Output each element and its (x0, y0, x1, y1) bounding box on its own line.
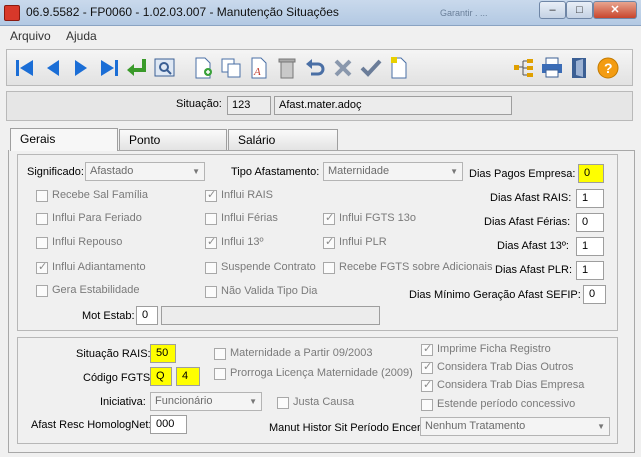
iniciativa-label: Iniciativa: (100, 396, 146, 408)
dias-afast-rais-label: Dias Afast RAIS: (490, 192, 572, 204)
manut-histor-value: Nenhum Tratamento (425, 420, 526, 432)
copy-icon[interactable] (219, 56, 243, 80)
title-bar: 06.9.5582 - FP0060 - 1.02.03.007 - Manut… (0, 0, 641, 26)
dias-afast-plr-field[interactable]: 1 (576, 261, 604, 280)
tipo-afastamento-select[interactable]: Maternidade ▼ (323, 162, 463, 181)
menu-bar: Arquivo Ajuda (0, 27, 641, 45)
title-ghost-text: Garantir . ... (440, 8, 488, 18)
window-title: 06.9.5582 - FP0060 - 1.02.03.007 - Manut… (26, 5, 339, 19)
last-icon[interactable] (97, 56, 121, 80)
print-icon[interactable] (540, 56, 564, 80)
new-document-icon[interactable] (387, 56, 411, 80)
svg-text:?: ? (604, 60, 613, 76)
toolbar: A ? (6, 49, 633, 86)
goto-icon[interactable] (125, 56, 149, 80)
manut-histor-select[interactable]: Nenhum Tratamento ▼ (420, 417, 610, 436)
tab-divider (118, 150, 635, 151)
dias-pagos-empresa-label: Dias Pagos Empresa: (469, 168, 576, 180)
mot-estab-code-field[interactable]: 0 (136, 306, 158, 325)
situacao-desc-field[interactable]: Afast.mater.adoç (274, 96, 512, 115)
first-icon[interactable] (13, 56, 37, 80)
dias-minimo-sefip-label: Dias Mínimo Geração Afast SEFIP: (409, 289, 581, 301)
chevron-down-icon: ▼ (450, 167, 458, 176)
maximize-icon[interactable]: □ (566, 1, 593, 19)
significado-label: Significado: (27, 166, 84, 178)
chevron-down-icon: ▼ (249, 397, 257, 406)
significado-value: Afastado (90, 165, 134, 177)
tab-salario[interactable]: Salário (228, 129, 338, 150)
tipo-afastamento-label: Tipo Afastamento: (231, 166, 320, 178)
minimize-icon[interactable]: – (539, 1, 566, 19)
delete-icon[interactable] (275, 56, 299, 80)
dias-afast-13-label: Dias Afast 13º: (497, 240, 569, 252)
previous-icon[interactable] (41, 56, 65, 80)
tab-ponto[interactable]: Ponto (119, 129, 227, 150)
codigo-fgts-num-field[interactable]: 4 (176, 367, 200, 386)
significado-select[interactable]: Afastado ▼ (85, 162, 205, 181)
tipo-afastamento-value: Maternidade (328, 165, 390, 177)
chevron-down-icon: ▼ (597, 422, 605, 431)
situacao-rais-field[interactable]: 50 (150, 344, 176, 363)
codigo-fgts-letter-field[interactable]: Q (150, 367, 172, 386)
help-icon[interactable]: ? (596, 56, 620, 80)
afast-resc-field[interactable]: 000 (150, 415, 187, 434)
menu-arquivo[interactable]: Arquivo (10, 29, 51, 43)
dias-afast-ferias-label: Dias Afast Férias: (484, 216, 571, 228)
tab-gerais[interactable]: Gerais (10, 128, 118, 151)
dias-afast-rais-field[interactable]: 1 (576, 189, 604, 208)
tree-icon[interactable] (512, 56, 536, 80)
afast-resc-label: Afast Resc HomologNet: (31, 419, 152, 431)
dias-pagos-empresa-field[interactable]: 0 (578, 164, 604, 183)
mot-estab-label: Mot Estab: (82, 310, 135, 322)
cancel-icon[interactable] (331, 56, 355, 80)
dias-afast-13-field[interactable]: 1 (576, 237, 604, 256)
manut-histor-label: Manut Histor Sit Período Encer: (269, 422, 424, 434)
codigo-fgts-label: Código FGTS: (83, 372, 154, 384)
situacao-label: Situação: (176, 98, 222, 110)
next-icon[interactable] (69, 56, 93, 80)
dias-afast-ferias-field[interactable]: 0 (576, 213, 604, 232)
chevron-down-icon: ▼ (192, 167, 200, 176)
search-icon[interactable] (153, 56, 177, 80)
situacao-rais-label: Situação RAIS: (76, 348, 151, 360)
svg-text:A: A (253, 66, 261, 78)
menu-ajuda[interactable]: Ajuda (66, 29, 97, 43)
new-icon[interactable] (191, 56, 215, 80)
mot-estab-desc-field[interactable] (161, 306, 380, 325)
confirm-icon[interactable] (359, 56, 383, 80)
close-icon[interactable]: ✕ (593, 1, 637, 19)
iniciativa-value: Funcionário (155, 395, 213, 407)
app-icon (4, 5, 20, 21)
edit-icon[interactable]: A (247, 56, 271, 80)
undo-icon[interactable] (303, 56, 327, 80)
iniciativa-select[interactable]: Funcionário ▼ (150, 392, 262, 411)
dias-afast-plr-label: Dias Afast PLR: (495, 264, 573, 276)
exit-icon[interactable] (568, 56, 592, 80)
situacao-code-field[interactable]: 123 (227, 96, 271, 115)
dias-minimo-sefip-field[interactable]: 0 (583, 285, 606, 304)
